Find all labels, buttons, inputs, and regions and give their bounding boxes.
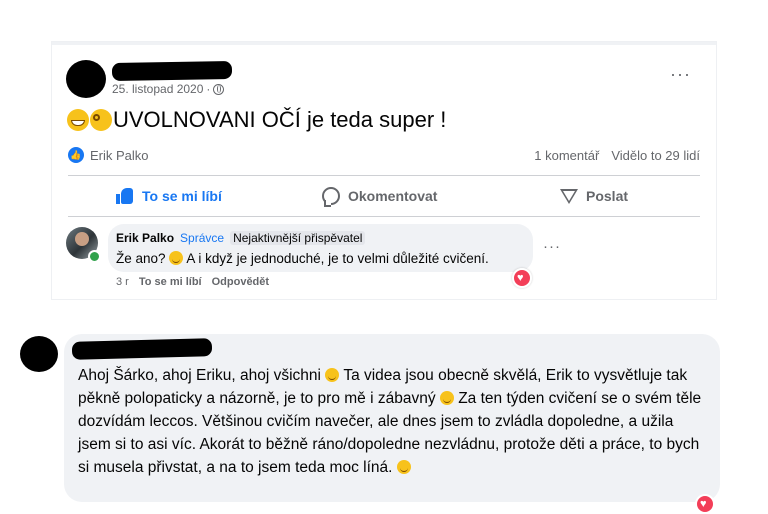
globe-icon bbox=[213, 83, 225, 95]
top-contributor-badge: Nejaktivnější přispěvatel bbox=[230, 231, 366, 245]
comment-reply-link[interactable]: Odpovědět bbox=[212, 276, 269, 288]
smile-emoji-icon bbox=[169, 251, 184, 265]
post-body: UVOLNOVANI OČÍ je teda super ! bbox=[67, 107, 446, 133]
comment-text-part: Že ano? bbox=[116, 251, 166, 266]
redacted-reply-avatar bbox=[20, 336, 58, 372]
post-more-button[interactable]: ··· bbox=[670, 64, 691, 85]
reply-text: Ahoj Šárko, ahoj Eriku, ahoj všichni Ta … bbox=[78, 364, 708, 479]
send-icon bbox=[560, 187, 578, 205]
like-button-label: To se mi líbí bbox=[142, 188, 222, 204]
comment-time[interactable]: 3 r bbox=[116, 276, 129, 288]
comment-button-label: Okomentovat bbox=[348, 188, 438, 204]
meta-separator: · bbox=[206, 82, 211, 96]
share-button-label: Poslat bbox=[586, 188, 629, 204]
grin-emoji-icon bbox=[67, 109, 89, 131]
post-meta: 25. listopad 2020 · bbox=[112, 82, 225, 96]
comment-bubble: Erik Palko Správce Nejaktivnější přispěv… bbox=[108, 224, 533, 272]
redacted-avatar bbox=[66, 60, 106, 98]
love-reaction-icon[interactable] bbox=[512, 268, 532, 288]
comment-like-link[interactable]: To se mi líbí bbox=[139, 276, 202, 288]
like-button[interactable]: To se mi líbí bbox=[116, 184, 222, 208]
redacted-author-name bbox=[111, 60, 233, 82]
dizzy-face-emoji-icon bbox=[90, 109, 112, 131]
admin-role-label: Správce bbox=[180, 231, 225, 245]
smile-emoji-icon bbox=[325, 368, 340, 382]
thumbs-up-icon bbox=[116, 187, 134, 205]
love-reaction-icon[interactable] bbox=[695, 494, 715, 514]
redacted-reply-name bbox=[71, 338, 213, 360]
comment-button[interactable]: Okomentovat bbox=[322, 184, 437, 208]
comment-text-part: A i když je jednoduché, je to velmi důle… bbox=[186, 251, 489, 266]
share-button[interactable]: Poslat bbox=[560, 184, 628, 208]
reactor-name[interactable]: Erik Palko bbox=[90, 148, 149, 163]
views-count[interactable]: Vidělo to 29 lidí bbox=[611, 148, 700, 163]
comments-count[interactable]: 1 komentář bbox=[534, 148, 599, 163]
wink-emoji-icon bbox=[396, 460, 411, 474]
comment-more-button[interactable]: ··· bbox=[543, 238, 561, 255]
reply-text-part: Ahoj Šárko, ahoj Eriku, ahoj všichni bbox=[78, 367, 321, 384]
smile-emoji-icon bbox=[439, 391, 454, 405]
like-reaction-icon[interactable]: 👍 bbox=[68, 147, 84, 163]
commenter-name[interactable]: Erik Palko bbox=[116, 231, 174, 245]
comment-bubble-icon bbox=[322, 187, 340, 207]
comment-text: Že ano? A i když je jednoduché, je to ve… bbox=[116, 251, 489, 266]
divider bbox=[68, 216, 700, 217]
comment-actions: 3 r To se mi líbí Odpovědět bbox=[116, 276, 269, 288]
post-text: UVOLNOVANI OČÍ je teda super ! bbox=[113, 107, 447, 132]
online-status-dot bbox=[88, 250, 101, 263]
comment-header: Erik Palko Správce Nejaktivnější přispěv… bbox=[116, 231, 366, 245]
post-date[interactable]: 25. listopad 2020 bbox=[112, 82, 203, 96]
post-stats: 👍 Erik Palko 1 komentář Vidělo to 29 lid… bbox=[68, 147, 700, 165]
divider bbox=[68, 175, 700, 176]
